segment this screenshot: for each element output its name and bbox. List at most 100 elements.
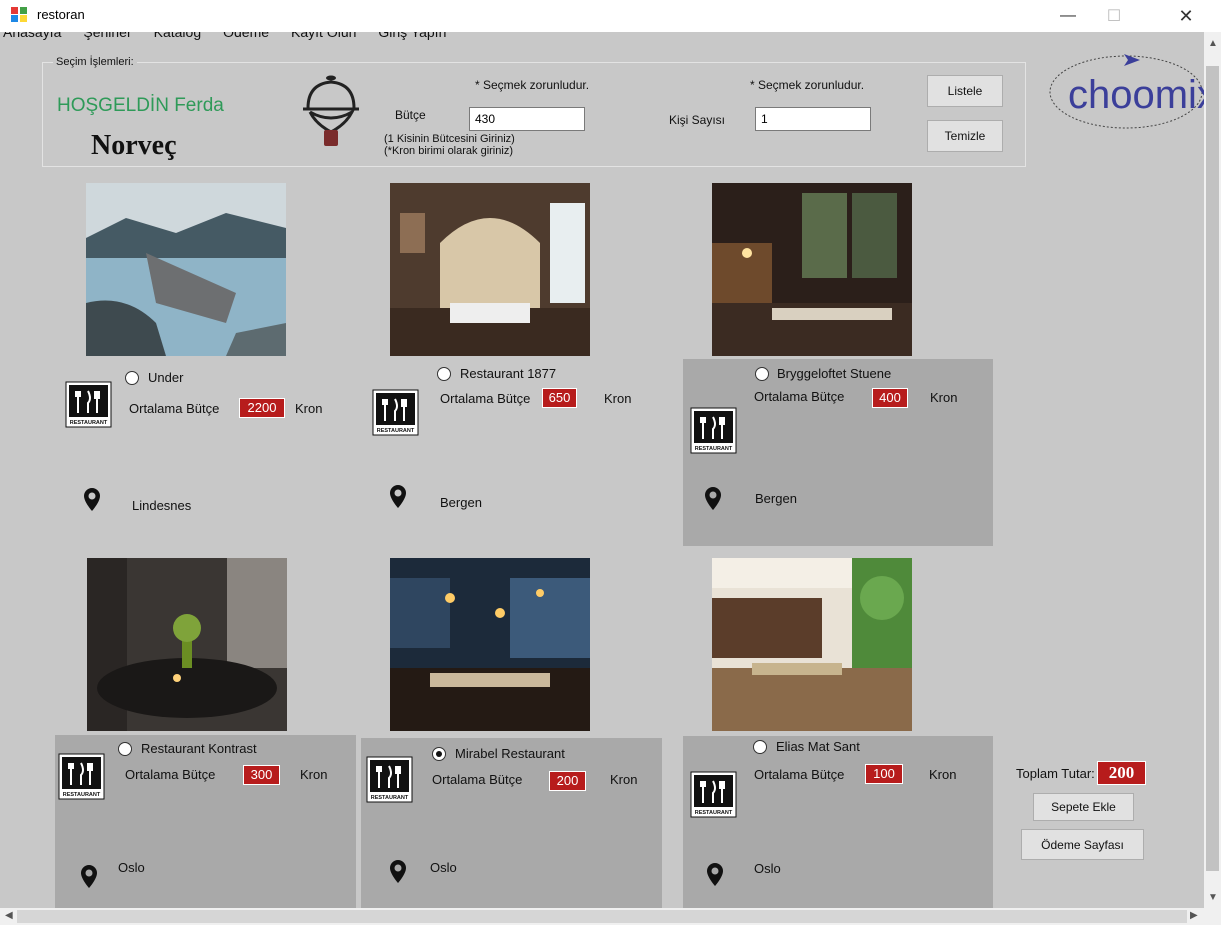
- average-budget-label: Ortalama Bütçe: [754, 767, 845, 782]
- groupbox-legend: Seçim İşlemleri:: [53, 56, 137, 68]
- restaurant-icon: RESTAURANT: [690, 771, 737, 818]
- restaurant-name: Restaurant 1877: [460, 366, 557, 381]
- window-title: restoran: [37, 7, 85, 22]
- size-grip[interactable]: [1204, 908, 1221, 925]
- people-input[interactable]: 1: [755, 107, 871, 131]
- vertical-scroll-thumb[interactable]: [1206, 66, 1219, 871]
- restaurant-icon-caption: RESTAURANT: [377, 428, 415, 434]
- budget-input[interactable]: 430: [469, 107, 585, 131]
- welcome-label: HOŞGELDİN Ferda: [57, 95, 224, 116]
- location-pin-icon: [81, 865, 97, 888]
- menu-item-login[interactable]: Giriş Yapın: [367, 32, 457, 43]
- currency-label: Kron: [300, 767, 328, 782]
- scroll-down-icon[interactable]: ▼: [1208, 892, 1218, 903]
- minimize-button[interactable]: —: [1045, 0, 1091, 32]
- people-required-note: * Seçmek zorunludur.: [750, 78, 865, 92]
- restaurant-icon: RESTAURANT: [690, 407, 737, 454]
- title-bar: restoran — ☐ ✕: [0, 0, 1221, 32]
- total-amount-label: Toplam Tutar:: [1016, 766, 1095, 781]
- restaurant-photo: [712, 558, 912, 731]
- currency-label: Kron: [929, 767, 957, 782]
- average-budget-value: 100: [865, 764, 903, 784]
- average-budget-label: Ortalama Bütçe: [440, 391, 531, 406]
- scroll-right-icon[interactable]: ▶: [1190, 910, 1198, 921]
- horizontal-scrollbar[interactable]: ◀ ▶: [0, 908, 1204, 925]
- list-button[interactable]: Listele: [927, 75, 1003, 107]
- menu-item-cities[interactable]: Şehirler: [72, 32, 142, 43]
- menu-item-register[interactable]: Kayıt Olun: [280, 32, 367, 43]
- maximize-button[interactable]: ☐: [1091, 0, 1137, 32]
- average-budget-value: 2200: [239, 398, 285, 418]
- restaurant-icon-caption: RESTAURANT: [371, 795, 409, 801]
- total-amount-value: 200: [1097, 761, 1146, 785]
- restaurant-photo: [712, 183, 912, 356]
- restaurant-city: Bergen: [440, 495, 482, 510]
- restaurant-city: Bergen: [755, 491, 797, 506]
- add-to-cart-button[interactable]: Sepete Ekle: [1033, 793, 1134, 821]
- restaurant-icon-caption: RESTAURANT: [695, 446, 733, 452]
- restaurant-name: Restaurant Kontrast: [141, 741, 257, 756]
- budget-required-note: * Seçmek zorunludur.: [475, 78, 590, 92]
- average-budget-value: 650: [542, 388, 577, 408]
- budget-hint-currency: (*Kron birimi olarak giriniz): [384, 145, 513, 157]
- restaurant-city: Oslo: [118, 860, 145, 875]
- average-budget-label: Ortalama Bütçe: [129, 401, 220, 416]
- budget-hint-per-person: (1 Kisinin Bütcesini Giriniz): [384, 133, 515, 145]
- restaurant-radio[interactable]: [437, 367, 451, 381]
- restaurant-photo: [87, 558, 287, 731]
- restaurant-radio[interactable]: [753, 740, 767, 754]
- location-pin-icon: [390, 485, 406, 508]
- scroll-up-icon[interactable]: ▲: [1208, 38, 1218, 49]
- average-budget-value: 400: [872, 388, 908, 408]
- restaurant-icon-caption: RESTAURANT: [70, 420, 108, 426]
- average-budget-label: Ortalama Bütçe: [125, 767, 216, 782]
- scroll-left-icon[interactable]: ◀: [5, 910, 13, 921]
- window-bottom-border: [0, 925, 1221, 936]
- restaurant-card-panel: [683, 736, 993, 908]
- restaurant-radio[interactable]: [118, 742, 132, 756]
- restaurant-radio[interactable]: [432, 747, 446, 761]
- currency-label: Kron: [295, 401, 323, 416]
- restaurant-icon-caption: RESTAURANT: [695, 810, 733, 816]
- restaurant-photo: [390, 183, 590, 356]
- app-icon: [11, 7, 27, 22]
- menu-item-catalog[interactable]: Katalog: [143, 32, 212, 43]
- restaurant-city: Oslo: [430, 860, 457, 875]
- average-budget-label: Ortalama Bütçe: [754, 389, 845, 404]
- vertical-scrollbar[interactable]: ▲ ▼: [1204, 32, 1221, 908]
- people-label: Kişi Sayısı: [669, 113, 726, 127]
- location-pin-icon: [705, 487, 721, 510]
- restaurant-name: Elias Mat Sant: [776, 739, 860, 754]
- average-budget-value: 200: [549, 771, 586, 791]
- payment-page-button[interactable]: Ödeme Sayfası: [1021, 829, 1144, 860]
- restaurant-photo: [86, 183, 286, 356]
- location-pin-icon: [390, 860, 406, 883]
- restaurant-icon: RESTAURANT: [58, 753, 105, 800]
- restaurant-radio[interactable]: [755, 367, 769, 381]
- choomix-logo: choomix: [1049, 54, 1204, 129]
- restaurant-city: Oslo: [754, 861, 781, 876]
- currency-label: Kron: [604, 391, 632, 406]
- budget-label: Bütçe: [395, 108, 426, 122]
- menu-item-payment[interactable]: Ödeme: [212, 32, 280, 43]
- menu-strip: Anasayfa Şehirler Katalog Ödeme Kayıt Ol…: [0, 32, 457, 43]
- currency-label: Kron: [610, 772, 638, 787]
- close-button[interactable]: ✕: [1163, 0, 1209, 32]
- restaurant-photo: [390, 558, 590, 731]
- form-client-area: Anasayfa Şehirler Katalog Ödeme Kayıt Ol…: [0, 32, 1204, 908]
- country-label: Norveç: [91, 130, 177, 161]
- restaurant-name: Bryggeloftet Stuene: [777, 366, 892, 381]
- restaurant-name: Under: [148, 370, 184, 385]
- restaurant-icon: RESTAURANT: [372, 389, 419, 436]
- horizontal-scroll-thumb[interactable]: [17, 910, 1187, 923]
- serving-cloche-icon: [303, 75, 359, 146]
- logo-text: choomix: [1068, 73, 1204, 117]
- clear-button[interactable]: Temizle: [927, 120, 1003, 152]
- menu-item-home[interactable]: Anasayfa: [0, 32, 72, 43]
- location-pin-icon: [707, 863, 723, 886]
- currency-label: Kron: [930, 390, 958, 405]
- average-budget-value: 300: [243, 765, 280, 785]
- restaurant-radio[interactable]: [125, 371, 139, 385]
- average-budget-label: Ortalama Bütçe: [432, 772, 523, 787]
- restaurant-icon-caption: RESTAURANT: [63, 792, 101, 798]
